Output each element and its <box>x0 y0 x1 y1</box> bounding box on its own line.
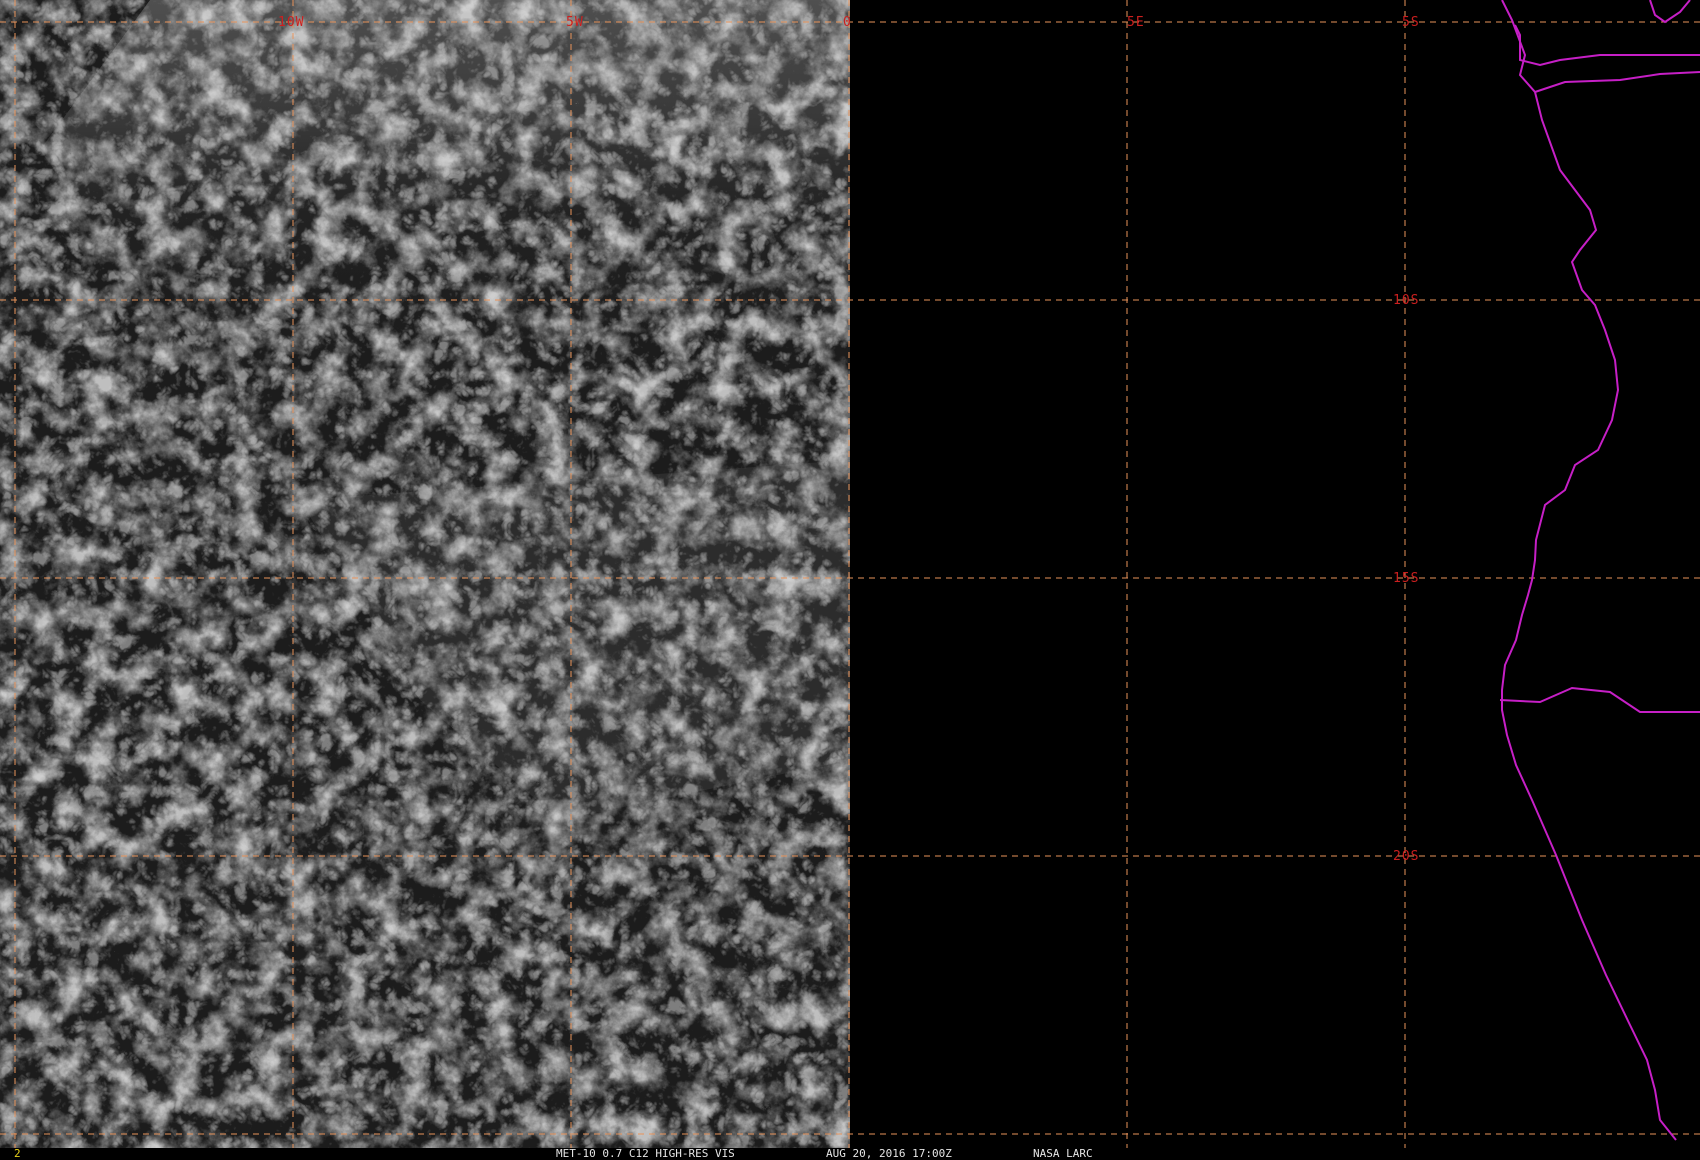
coastline-borders <box>1499 0 1700 1141</box>
country-border <box>1534 71 1700 93</box>
satellite-image-viewer[interactable]: 10W 5W 0 5E 5S 10S 15S 20S <box>0 0 1700 1148</box>
country-border <box>1649 0 1691 24</box>
visible-cloud-imagery <box>0 0 850 1148</box>
latitude-label: 5S <box>1402 15 1420 30</box>
observation-datetime: AUG 20, 2016 17:00Z <box>826 1147 952 1160</box>
frame-number: 2 <box>14 1147 21 1160</box>
latitude-label: 10S <box>1393 293 1419 308</box>
country-border <box>1514 24 1700 67</box>
latitude-label: 20S <box>1393 849 1419 864</box>
latitude-label: 15S <box>1393 571 1419 586</box>
data-source: NASA LARC <box>1033 1147 1093 1160</box>
country-border <box>1499 686 1700 713</box>
product-name: MET-10 0.7 C12 HIGH-RES VIS <box>556 1147 735 1160</box>
coastline <box>1501 0 1677 1141</box>
longitude-label: 5E <box>1127 15 1145 30</box>
status-bar: 2 MET-10 0.7 C12 HIGH-RES VIS AUG 20, 20… <box>0 1148 1700 1160</box>
